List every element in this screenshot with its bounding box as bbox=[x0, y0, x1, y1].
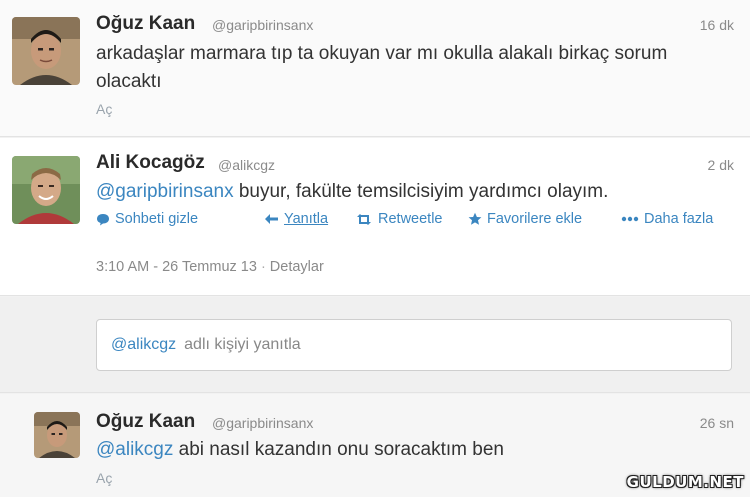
watermark-logo: GULDUM.NET bbox=[626, 473, 744, 491]
tweet-time[interactable]: 26 sn bbox=[700, 415, 734, 431]
reply-mention: @alikcgz bbox=[111, 336, 177, 353]
favorite-button[interactable]: Favorilere ekle bbox=[468, 211, 582, 227]
author-name[interactable]: Oğuz Kaan bbox=[96, 13, 195, 35]
expand-link[interactable]: Aç bbox=[96, 470, 112, 486]
hide-conversation-label: Sohbeti gizle bbox=[115, 211, 199, 227]
author-handle[interactable]: @alikcgz bbox=[218, 157, 275, 173]
tweet-timestamp[interactable]: 3:10 AM - 26 Temmuz 13 bbox=[96, 259, 257, 275]
author-handle[interactable]: @garipbirinsanx bbox=[212, 17, 313, 33]
speech-bubble-icon bbox=[97, 213, 109, 225]
tweet-meta: 3:10 AM - 26 Temmuz 13 · Detaylar bbox=[96, 259, 324, 275]
retweet-label: Retweetle bbox=[378, 211, 443, 227]
more-dots-icon bbox=[621, 216, 639, 222]
mention-link[interactable]: @garipbirinsanx bbox=[96, 181, 234, 202]
meta-separator: · bbox=[260, 259, 266, 275]
reply-label: Yanıtla bbox=[284, 211, 329, 227]
avatar[interactable] bbox=[12, 156, 80, 224]
reply-area: @alikcgz adlı kişiyi yanıtla bbox=[0, 297, 750, 393]
more-button[interactable]: Daha fazla bbox=[621, 211, 713, 227]
tweet-actions: Sohbeti gizle Yanıtla Retweetle Favorile… bbox=[96, 211, 736, 231]
expand-link[interactable]: Aç bbox=[96, 101, 112, 117]
tweet-text-body: abi nasıl kazandın onu soracaktım ben bbox=[173, 439, 504, 460]
favorite-label: Favorilere ekle bbox=[487, 211, 583, 227]
mention-link[interactable]: @alikcgz bbox=[96, 439, 173, 460]
author-handle[interactable]: @garipbirinsanx bbox=[212, 415, 313, 431]
tweet-text: @garipbirinsanx buyur, fakülte temsilcis… bbox=[96, 178, 736, 206]
author-name[interactable]: Oğuz Kaan bbox=[96, 411, 195, 433]
tweet-text: arkadaşlar marmara tıp ta okuyan var mı … bbox=[96, 43, 668, 92]
star-icon bbox=[468, 212, 482, 225]
tweet-time[interactable]: 16 dk bbox=[700, 17, 734, 33]
more-label: Daha fazla bbox=[644, 211, 714, 227]
avatar[interactable] bbox=[34, 412, 80, 458]
hide-conversation-button[interactable]: Sohbeti gizle bbox=[96, 211, 198, 227]
avatar[interactable] bbox=[12, 17, 80, 85]
reply-button[interactable]: Yanıtla bbox=[264, 211, 328, 227]
retweet-button[interactable]: Retweetle bbox=[355, 211, 442, 227]
tweet[interactable]: Oğuz Kaan @garipbirinsanx 16 dk arkadaşl… bbox=[0, 0, 750, 137]
author-name[interactable]: Ali Kocagöz bbox=[96, 152, 205, 174]
reply-arrow-icon bbox=[265, 214, 278, 224]
tweet-text: @alikcgz abi nasıl kazandın onu soracakt… bbox=[96, 436, 736, 464]
reply-placeholder: adlı kişiyi yanıtla bbox=[184, 336, 301, 353]
tweet[interactable]: Ali Kocagöz @alikcgz 2 dk @garipbirinsan… bbox=[0, 138, 750, 296]
retweet-icon bbox=[357, 213, 371, 225]
tweet-time[interactable]: 2 dk bbox=[708, 157, 734, 173]
details-link[interactable]: Detaylar bbox=[270, 259, 324, 275]
tweet-text-body: buyur, fakülte temsilcisiyim yardımcı ol… bbox=[233, 181, 609, 202]
reply-input[interactable]: @alikcgz adlı kişiyi yanıtla bbox=[96, 319, 732, 371]
